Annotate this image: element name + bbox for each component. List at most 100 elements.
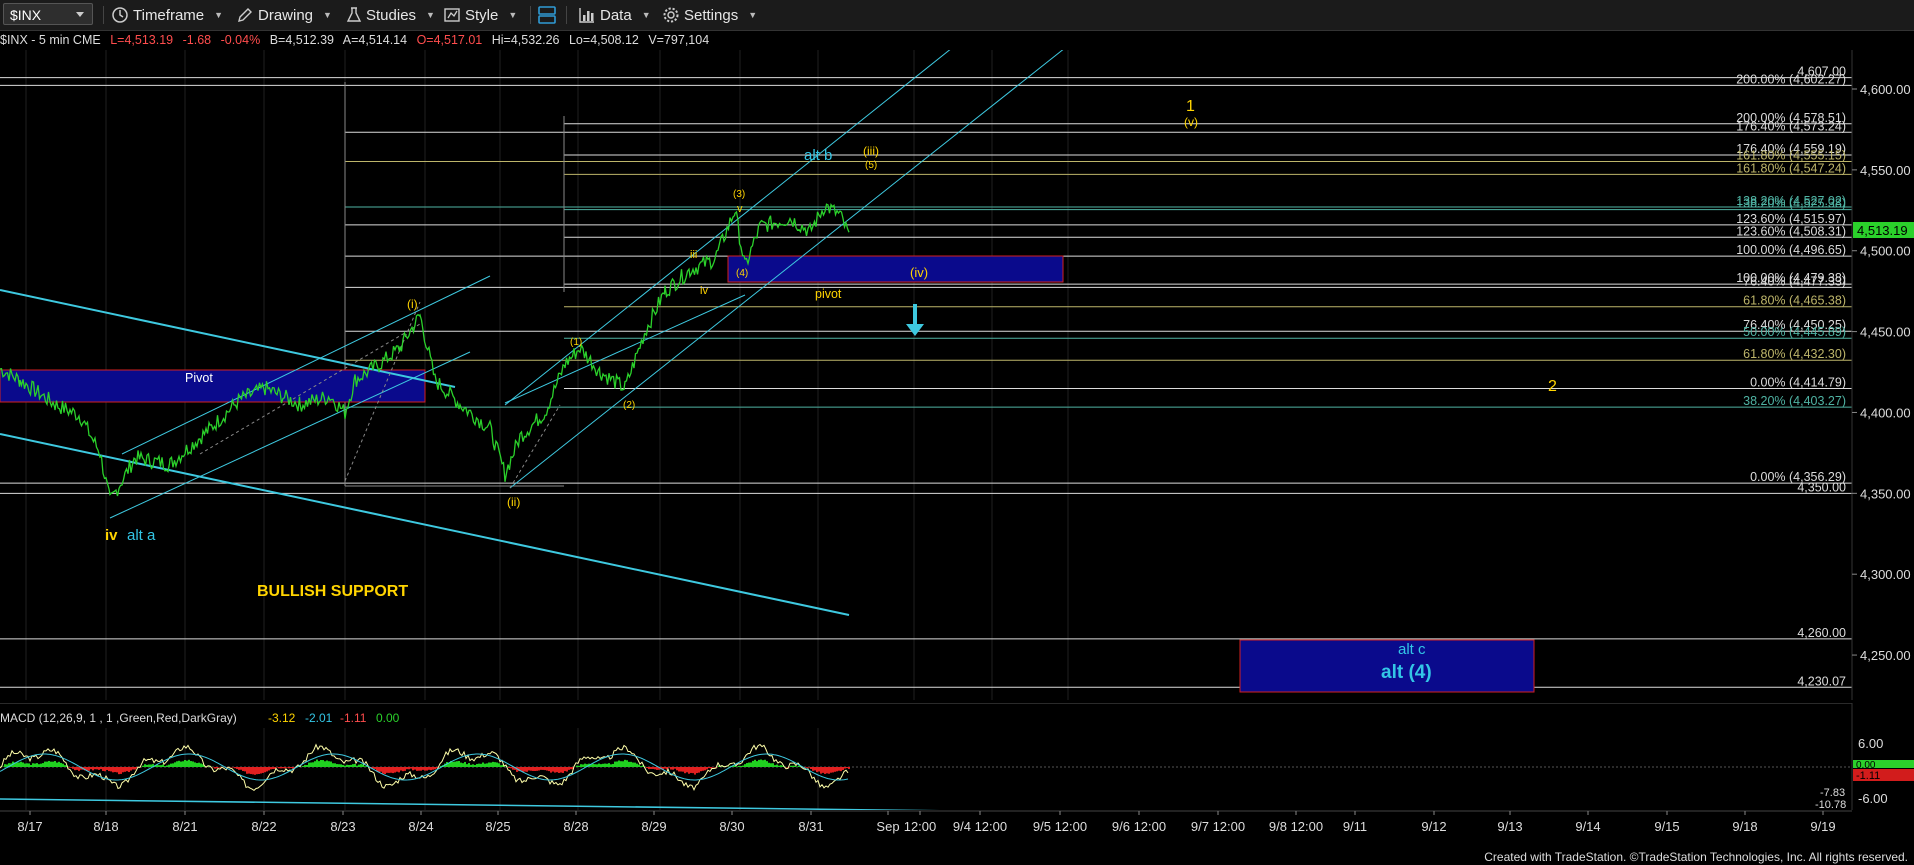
macd-hist-bar xyxy=(58,761,60,767)
symbol-line: $INX - 5 min CME xyxy=(0,33,101,47)
macd-hist-bar xyxy=(432,767,434,770)
alt-a-label: alt a xyxy=(127,527,156,544)
studies-button[interactable]: Studies ▼ xyxy=(346,5,435,25)
macd-hist-bar xyxy=(94,767,96,770)
macd-hist-bar xyxy=(178,760,180,767)
macd-hist-bar xyxy=(18,762,20,767)
layout-button[interactable] xyxy=(537,5,557,25)
fib-level-label: 38.20% (4,403.27) xyxy=(1743,394,1846,408)
macd-hist-bar xyxy=(840,767,842,772)
macd-hist-bar xyxy=(258,767,260,775)
macd-hist-bar xyxy=(320,760,322,767)
macd-hist-bar xyxy=(462,763,464,767)
time-tick-label: 8/29 xyxy=(641,819,666,834)
bullish-support-label: BULLISH SUPPORT xyxy=(257,583,408,600)
macd-hist-bar xyxy=(678,767,680,772)
data-label[interactable]: Data xyxy=(600,7,632,24)
macd-hist-bar xyxy=(714,767,716,768)
macd-hist-bar xyxy=(128,767,130,773)
macd-hist-bar xyxy=(412,767,414,771)
timeframe-button[interactable]: Timeframe ▼ xyxy=(111,5,223,25)
caret-icon[interactable]: ▼ xyxy=(323,10,332,20)
macd-hist-bar xyxy=(340,764,342,767)
macd-hist-bar xyxy=(242,767,244,772)
gear-icon xyxy=(663,7,679,23)
macd-hist-bar xyxy=(494,762,496,767)
macd-hist-bar xyxy=(122,767,124,773)
macd-hist-bar xyxy=(348,765,350,767)
caret-icon[interactable]: ▼ xyxy=(642,10,651,20)
macd-hist-bar xyxy=(322,760,324,767)
macd-hist-bar xyxy=(236,767,238,769)
price-tick-label: 4,550.00 xyxy=(1860,163,1911,178)
caret-icon[interactable]: ▼ xyxy=(426,10,435,20)
time-tick-label: 9/19 xyxy=(1810,819,1835,834)
bid-price: B=4,512.39 xyxy=(269,33,334,47)
caret-icon[interactable]: ▼ xyxy=(748,10,757,20)
symbol-box[interactable]: $INX xyxy=(3,3,93,25)
macd-hist-bar xyxy=(670,767,672,770)
macd-hist-bar xyxy=(312,762,314,767)
macd-hist-bar xyxy=(284,767,286,769)
macd-hist-bar xyxy=(110,767,112,772)
macd-hist-bar xyxy=(824,767,826,774)
caret-icon[interactable]: ▼ xyxy=(508,10,517,20)
macd-trendline xyxy=(0,798,941,810)
macd-hist-bar xyxy=(740,765,742,767)
macd-hist-bar xyxy=(42,763,44,767)
style-button[interactable]: Style ▼ xyxy=(443,5,517,25)
macd-hist-bar xyxy=(764,759,766,767)
macd-hist-bar xyxy=(382,767,384,774)
macd-hist-bar xyxy=(386,767,388,773)
macd-tag-hist-label: -1.11 xyxy=(1856,770,1880,782)
wave-label-1: (1) xyxy=(570,337,582,348)
price-chart[interactable]: 4,607.00200.00% (4,602.27)200.00% (4,578… xyxy=(0,50,1914,700)
macd-hist-bar xyxy=(310,762,312,767)
macd-hist-bar xyxy=(760,759,762,767)
pivot-box-right xyxy=(727,255,1064,283)
macd-hist-bar xyxy=(748,762,750,767)
macd-hist-bar xyxy=(744,764,746,767)
macd-hist-bar xyxy=(774,765,776,767)
macd-hist-bar xyxy=(602,763,604,767)
macd-hist-bar xyxy=(524,767,526,772)
macd-hist-bar xyxy=(812,767,814,771)
style-label[interactable]: Style xyxy=(465,7,498,24)
drawing-button[interactable]: Drawing ▼ xyxy=(236,5,332,25)
caret-icon[interactable]: ▼ xyxy=(214,10,223,20)
macd-hist-bar xyxy=(550,767,552,773)
timeframe-label[interactable]: Timeframe xyxy=(133,7,204,24)
macd-hist-bar xyxy=(832,767,834,773)
data-button[interactable]: Data ▼ xyxy=(578,5,651,25)
macd-hist-bar xyxy=(166,765,168,767)
settings-button[interactable]: Settings ▼ xyxy=(662,5,757,25)
studies-label[interactable]: Studies xyxy=(366,7,416,24)
macd-hist-bar xyxy=(308,762,310,767)
macd-hist-bar xyxy=(534,767,536,771)
macd-hist-bar xyxy=(262,767,264,773)
macd-panel[interactable]: MACD (12,26,9, 1 , 1 ,Green,Red,DarkGray… xyxy=(0,703,1914,810)
settings-label[interactable]: Settings xyxy=(684,7,738,24)
chevron-down-icon[interactable] xyxy=(76,12,84,18)
macd-hist-bar xyxy=(806,767,808,768)
macd-hist-bar xyxy=(690,767,692,773)
price-tick-label: 4,400.00 xyxy=(1860,405,1911,420)
macd-hist-bar xyxy=(698,767,700,773)
macd-hist-bar xyxy=(44,761,46,767)
macd-hist-bar xyxy=(120,767,122,774)
macd-hist-bar xyxy=(198,762,200,767)
macd-hist-bar xyxy=(68,767,70,768)
drawing-label[interactable]: Drawing xyxy=(258,7,313,24)
macd-hist-bar xyxy=(528,767,530,771)
macd-hist-bar xyxy=(290,767,292,769)
open-price: O=4,517.01 xyxy=(416,33,483,47)
clock-icon xyxy=(112,7,128,23)
macd-hist-bar xyxy=(196,763,198,767)
macd-hist-bar xyxy=(172,763,174,767)
macd-hist-bar xyxy=(596,764,598,767)
macd-hist-bar xyxy=(104,767,106,772)
macd-hist-bar xyxy=(766,761,768,767)
wave-label-3: (3) xyxy=(733,189,745,200)
symbol-value[interactable]: $INX xyxy=(10,7,41,23)
price-axis: 4,600.00 4,550.00 4,500.00 4,450.00 4,400.00… xyxy=(1852,82,1911,663)
